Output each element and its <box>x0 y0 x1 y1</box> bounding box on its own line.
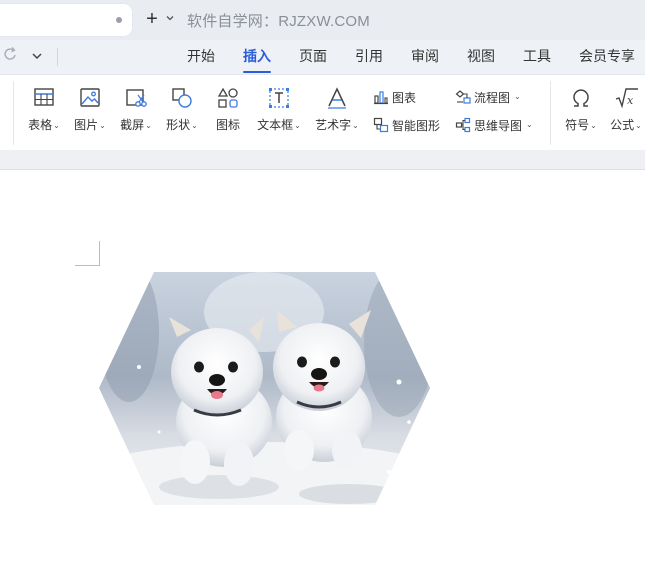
symbol-button[interactable]: 符号⌄ <box>562 85 600 133</box>
icons-button[interactable]: 图标 <box>210 85 246 133</box>
wordart-label: 艺术字 <box>315 118 352 132</box>
caret-down-icon: ⌄ <box>294 121 301 130</box>
wps-writer-window: + 软件自学网：RJZXW.COM 开始 插入 页面 引用 审阅 视图 工具 会… <box>0 0 645 571</box>
svg-text:x: x <box>627 94 634 107</box>
picture-label: 图片 <box>74 118 99 132</box>
menu-bar: 开始 插入 页面 引用 审阅 视图 工具 会员专享 <box>0 40 645 74</box>
chart-button[interactable]: 图表 <box>373 87 416 107</box>
wordart-button[interactable]: 艺术字⌄ <box>313 85 361 133</box>
textbox-label: 文本框 <box>257 118 294 132</box>
tab-view[interactable]: 视图 <box>467 47 495 69</box>
table-label: 表格 <box>28 118 53 132</box>
ribbon-divider <box>13 81 14 145</box>
chevron-down-icon[interactable] <box>165 12 177 28</box>
watermark-text: 软件自学网：RJZXW.COM <box>187 13 370 30</box>
wordart-icon <box>328 87 346 109</box>
chart-label: 图表 <box>392 90 417 105</box>
ribbon-bottom-gap <box>0 150 645 170</box>
unsaved-dot-icon <box>116 17 122 23</box>
symbol-label: 符号 <box>565 118 590 132</box>
screenshot-button[interactable]: 截屏⌄ <box>118 85 154 133</box>
caret-down-icon: ⌄ <box>635 121 642 130</box>
icons-label: 图标 <box>215 118 240 132</box>
textbox-icon <box>269 88 289 108</box>
flowchart-label: 流程图 <box>474 90 511 105</box>
caret-down-icon: ⌄ <box>590 121 597 130</box>
tab-tools[interactable]: 工具 <box>523 47 551 69</box>
flowchart-icon <box>455 90 471 104</box>
screenshot-label: 截屏 <box>120 118 145 132</box>
document-tab[interactable] <box>0 4 132 36</box>
redo-icon[interactable] <box>4 46 22 66</box>
insert-ribbon: 表格⌄ 图片⌄ 截屏⌄ 形状⌄ 图标 文本框⌄ 艺术字⌄ 图表 智能图形 流程图… <box>0 74 645 150</box>
caret-down-icon: ⌄ <box>191 121 198 130</box>
table-button[interactable]: 表格⌄ <box>26 85 62 133</box>
hexagon-puppies-picture[interactable] <box>99 272 430 505</box>
picture-icon <box>80 88 100 107</box>
screenshot-icon <box>126 89 147 107</box>
mindmap-icon <box>455 117 471 133</box>
mindmap-button[interactable]: 思维导图 ⌄ <box>455 115 533 135</box>
picture-button[interactable]: 图片⌄ <box>72 85 108 133</box>
tab-member[interactable]: 会员专享 <box>579 47 635 69</box>
flowchart-button[interactable]: 流程图 ⌄ <box>455 87 521 107</box>
ribbon-divider <box>550 81 551 145</box>
new-tab-button[interactable]: + <box>143 9 161 30</box>
table-icon <box>34 88 54 106</box>
tab-strip: + 软件自学网：RJZXW.COM <box>0 0 645 40</box>
caret-down-icon: ⌄ <box>99 121 106 130</box>
shapes-label: 形状 <box>166 118 191 132</box>
caret-down-icon: ⌄ <box>352 121 359 130</box>
formula-label: 公式 <box>610 118 635 132</box>
omega-icon <box>573 89 589 107</box>
caret-down-icon: ⌄ <box>145 121 152 130</box>
shapes-button[interactable]: 形状⌄ <box>164 85 200 133</box>
shapes-icon <box>172 88 192 108</box>
mindmap-label: 思维导图 <box>474 118 523 133</box>
tab-page[interactable]: 页面 <box>299 47 327 69</box>
chart-icon <box>374 91 388 105</box>
tab-references[interactable]: 引用 <box>355 47 383 69</box>
tab-insert[interactable]: 插入 <box>243 47 271 73</box>
icons-icon <box>217 87 238 108</box>
caret-down-icon: ⌄ <box>53 121 60 130</box>
margin-corner-mark <box>75 241 100 266</box>
smartart-label: 智能图形 <box>392 118 441 133</box>
square-root-icon: x <box>615 88 638 109</box>
caret-down-icon: ⌄ <box>526 119 533 129</box>
quick-access-more-icon[interactable] <box>30 46 46 66</box>
formula-button[interactable]: x 公式⌄ <box>607 85 645 133</box>
caret-down-icon: ⌄ <box>514 91 521 101</box>
tab-home[interactable]: 开始 <box>187 47 215 69</box>
smartart-icon <box>373 117 389 133</box>
tab-review[interactable]: 审阅 <box>411 47 439 69</box>
smartart-button[interactable]: 智能图形 <box>373 115 440 135</box>
document-canvas[interactable] <box>0 170 645 571</box>
menu-divider <box>57 48 58 66</box>
textbox-button[interactable]: 文本框⌄ <box>255 85 303 133</box>
